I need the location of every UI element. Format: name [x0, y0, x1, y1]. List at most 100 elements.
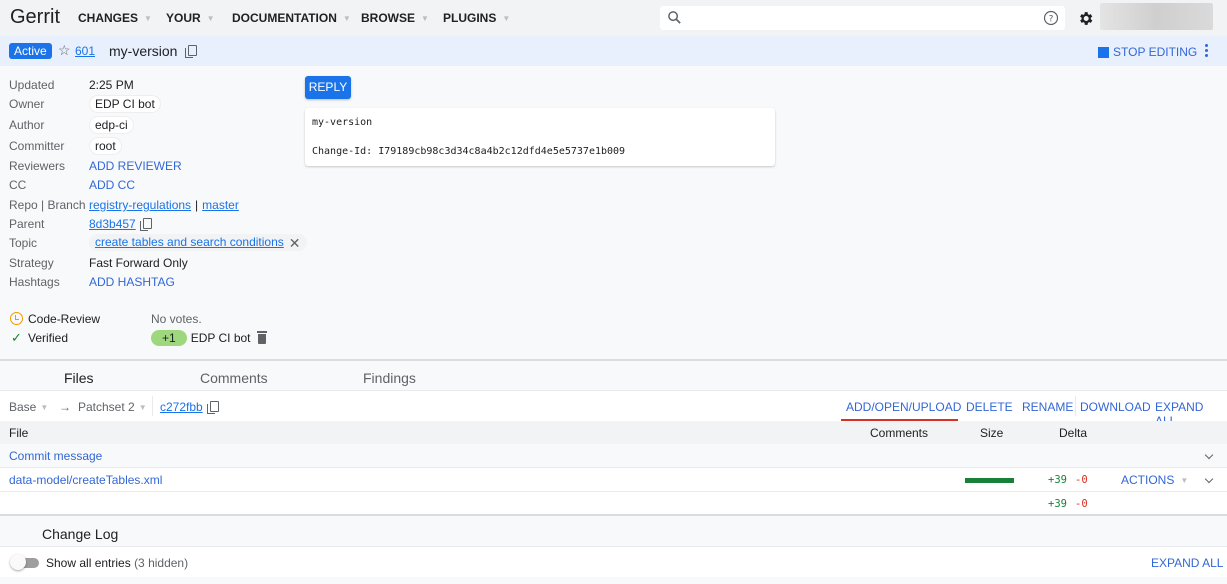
lines-added: +39 — [1048, 474, 1067, 486]
add-reviewer-button[interactable]: ADD REVIEWER — [89, 157, 182, 175]
gerrit-logo[interactable]: Gerrit — [10, 6, 60, 29]
total-removed: -0 — [1075, 498, 1088, 510]
copy-icon[interactable] — [206, 401, 219, 414]
header-file: File — [9, 426, 29, 440]
commit-message: my-version Change-Id: I79189cb98c3d34c8a4… — [305, 108, 775, 166]
tab-comments[interactable]: Comments — [200, 370, 268, 386]
caret-down-icon: ▼ — [1180, 475, 1189, 485]
vote-chip: +1 — [151, 330, 187, 346]
caret-down-icon: ▼ — [502, 13, 511, 23]
expand-chevron-icon[interactable] — [1204, 474, 1214, 484]
account-avatar[interactable] — [1100, 3, 1213, 30]
label-name: Code-Review — [28, 312, 101, 326]
file-row[interactable]: data-model/createTables.xml +39 -0 ACTIO… — [0, 468, 1227, 492]
copy-icon[interactable] — [139, 218, 152, 231]
nav-label: CHANGES — [78, 11, 139, 25]
owner-chip[interactable]: EDP CI bot — [89, 95, 161, 113]
divider — [1075, 396, 1076, 416]
change-log-title: Change Log — [42, 526, 119, 542]
separator: | — [195, 198, 199, 212]
voter-name[interactable]: EDP CI bot — [191, 329, 251, 347]
more-vert-icon[interactable] — [1205, 44, 1209, 58]
meta-label: Topic — [9, 236, 38, 250]
star-icon[interactable]: ☆ — [58, 42, 71, 59]
copy-icon[interactable] — [185, 45, 197, 58]
change-subject: my-version — [109, 43, 178, 59]
committer-chip[interactable]: root — [89, 137, 122, 155]
meta-label: Reviewers — [9, 159, 66, 173]
patchset-label: Patchset 2 — [78, 400, 135, 414]
help-icon[interactable]: ? — [1043, 10, 1059, 26]
meta-label: Parent — [9, 217, 45, 231]
hidden-count: (3 hidden) — [134, 556, 189, 570]
stop-icon — [1098, 46, 1109, 58]
branch-link[interactable]: master — [202, 196, 239, 214]
tab-files[interactable]: Files — [64, 370, 94, 386]
topic-link[interactable]: create tables and search conditions — [95, 234, 284, 251]
lines-removed: -0 — [1075, 474, 1088, 486]
top-bar: Gerrit CHANGES ▼ YOUR ▼ DOCUMENTATION ▼ BRO… — [0, 0, 1227, 36]
nav-documentation[interactable]: DOCUMENTATION ▼ — [232, 11, 351, 25]
check-icon: ✓ — [11, 330, 22, 345]
commit-link[interactable]: c272fbb — [160, 400, 203, 414]
file-row-commit-message[interactable]: Commit message — [0, 444, 1227, 468]
change-log-header: Change Log — [0, 516, 1227, 547]
close-icon[interactable]: ✕ — [289, 236, 301, 250]
delete-button[interactable]: DELETE — [966, 400, 1013, 414]
meta-label: Owner — [9, 97, 45, 111]
author-chip[interactable]: edp-ci — [89, 116, 134, 134]
file-name-link[interactable]: data-model/createTables.xml — [9, 473, 162, 487]
parent-commit-link[interactable]: 8d3b457 — [89, 215, 136, 233]
reply-button[interactable]: REPLY — [305, 76, 351, 99]
meta-label: Repo | Branch — [9, 198, 86, 212]
add-cc-button[interactable]: ADD CC — [89, 176, 135, 194]
caret-down-icon: ▼ — [144, 13, 152, 23]
arrow-icon: → — [59, 400, 71, 414]
repo-link[interactable]: registry-regulations — [89, 196, 191, 214]
total-added: +39 — [1048, 498, 1067, 510]
change-log-controls: Show all entries (3 hidden) EXPAND ALL — [0, 547, 1227, 577]
tab-findings[interactable]: Findings — [363, 370, 416, 386]
totals-row: +39 -0 — [0, 492, 1227, 514]
file-name-link[interactable]: Commit message — [9, 449, 102, 463]
svg-text:?: ? — [1049, 15, 1054, 25]
gear-icon[interactable] — [1077, 10, 1094, 27]
patchset-select[interactable]: Patchset 2 ▼ — [78, 400, 147, 414]
expand-chevron-icon[interactable] — [1204, 450, 1214, 460]
status-badge: Active — [9, 43, 52, 59]
actions-menu[interactable]: ACTIONS ▼ — [1121, 473, 1188, 487]
download-button[interactable]: DOWNLOAD — [1080, 400, 1151, 414]
file-table-header: File Comments Size Delta — [0, 421, 1227, 444]
add-open-upload-button[interactable]: ADD/OPEN/UPLOAD — [846, 400, 961, 414]
meta-label: Strategy — [9, 256, 54, 270]
label-value: No votes. — [151, 312, 202, 326]
caret-down-icon: ▼ — [421, 13, 429, 23]
search-input[interactable]: ? — [660, 6, 1065, 30]
toggle-text: Show all entries — [46, 556, 131, 570]
label-name: Verified — [28, 331, 69, 345]
caret-down-icon: ▼ — [206, 13, 215, 23]
divider — [152, 396, 153, 416]
meta-label: Hashtags — [9, 275, 60, 289]
clock-icon — [10, 312, 23, 325]
commit-subject: my-version — [312, 117, 373, 128]
nav-browse[interactable]: BROWSE ▼ — [361, 11, 429, 25]
search-icon — [668, 11, 681, 24]
nav-changes[interactable]: CHANGES ▼ — [78, 11, 152, 25]
change-number-link[interactable]: 601 — [75, 44, 95, 58]
nav-your[interactable]: YOUR ▼ — [166, 11, 215, 25]
rename-button[interactable]: RENAME — [1022, 400, 1073, 414]
show-all-toggle[interactable] — [10, 554, 39, 570]
change-id: Change-Id: I79189cb98c3d34c8a4b2c12dfd4e… — [312, 145, 626, 157]
meta-value: Fast Forward Only — [89, 256, 188, 270]
stop-editing-button[interactable]: STOP EDITING — [1098, 45, 1197, 59]
add-hashtag-button[interactable]: ADD HASHTAG — [89, 273, 175, 291]
header-delta: Delta — [1059, 426, 1088, 440]
base-select[interactable]: Base ▼ — [9, 400, 48, 414]
meta-label: Author — [9, 118, 45, 132]
nav-plugins[interactable]: PLUGINS ▼ — [443, 11, 510, 25]
actions-label: ACTIONS — [1121, 473, 1175, 487]
base-label: Base — [9, 400, 37, 414]
expand-all-log-button[interactable]: EXPAND ALL — [1151, 556, 1223, 570]
delete-icon[interactable] — [256, 331, 267, 344]
